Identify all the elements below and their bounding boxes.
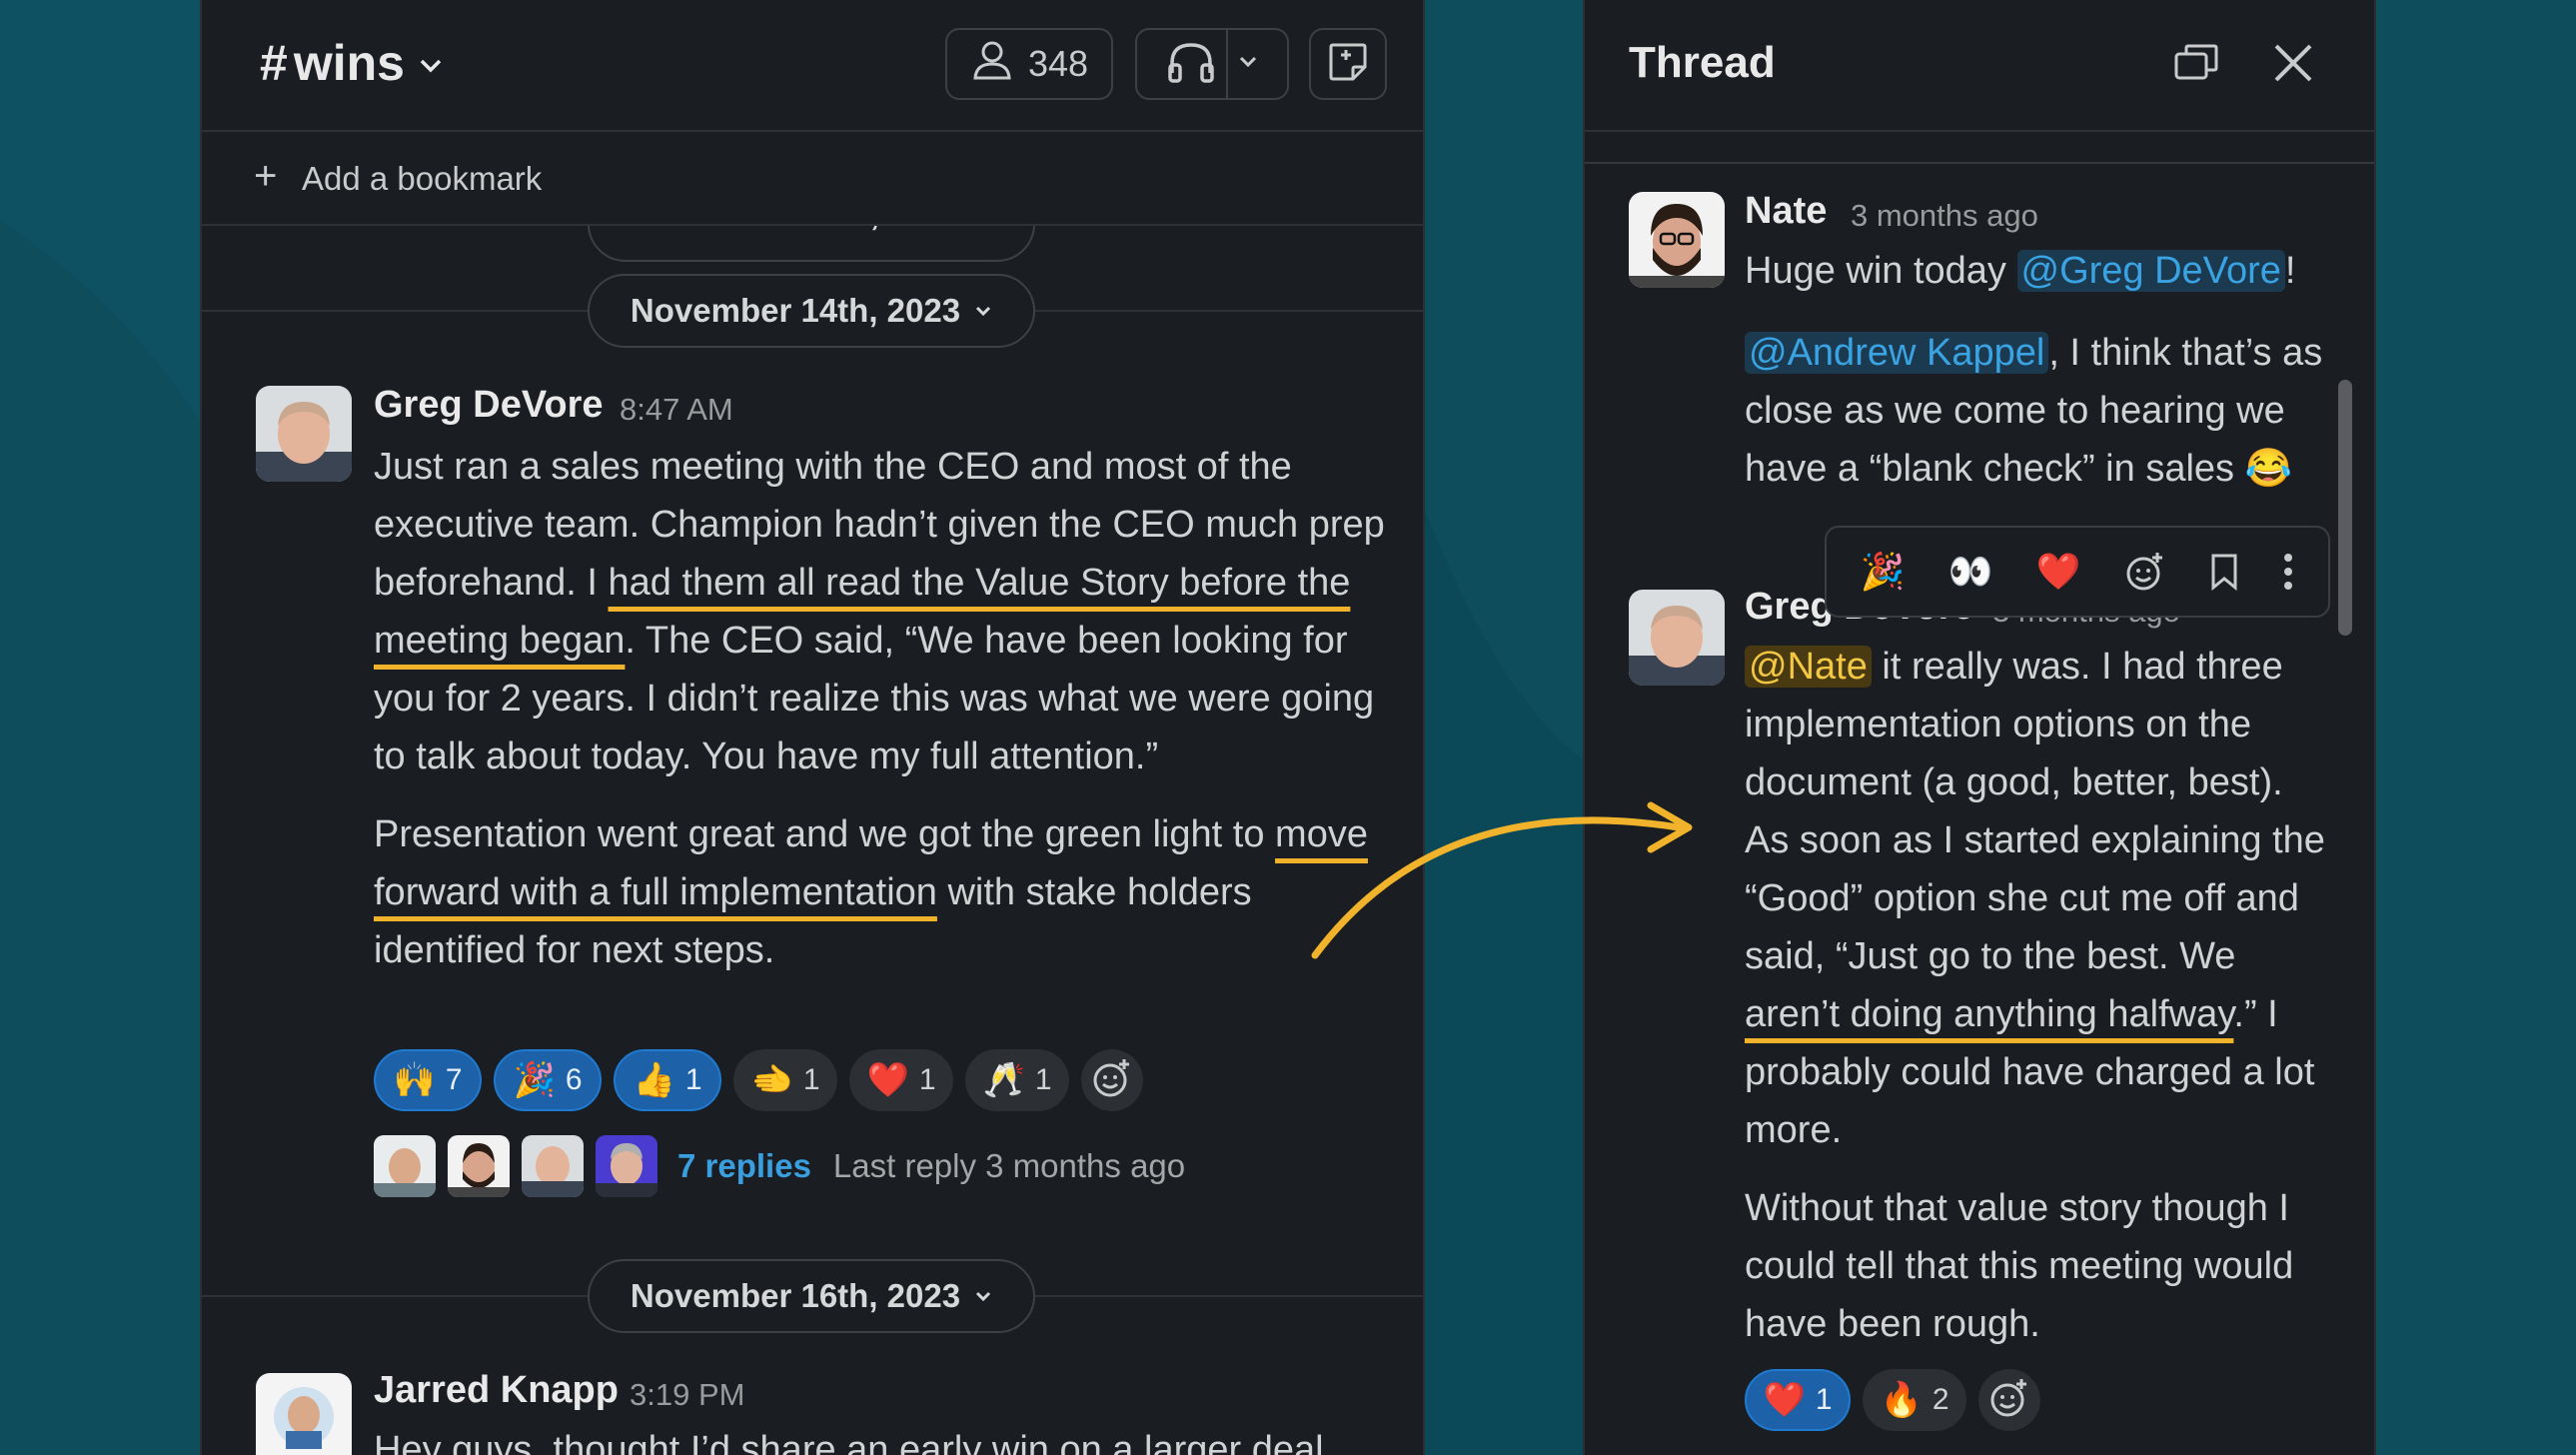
arrow-annotation [1311,801,1693,959]
